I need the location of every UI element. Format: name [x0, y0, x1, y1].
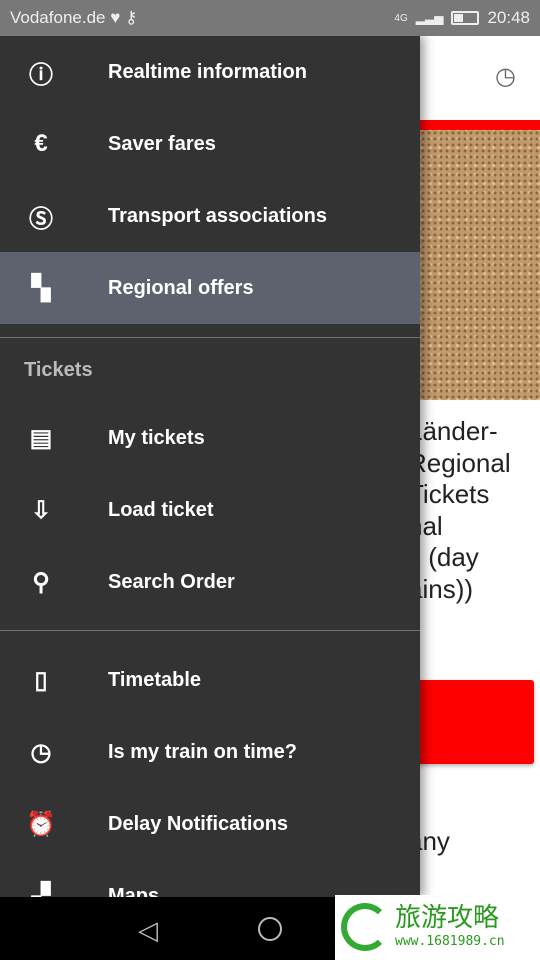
drawer-item-label: Search Order	[108, 570, 235, 593]
drawer-item-delay-notifications[interactable]: ⏰ Delay Notifications	[0, 788, 420, 860]
clock: 20:48	[487, 8, 530, 27]
watermark-text: 旅游攻略	[395, 902, 500, 932]
drawer-item-label: Delay Notifications	[108, 812, 289, 835]
drawer-item-transport-associations[interactable]: Ⓢ Transport associations	[0, 180, 420, 252]
watermark-logo-icon	[341, 903, 389, 951]
drawer-item-label: Maps	[108, 884, 160, 898]
saver-fares-icon: €	[34, 130, 48, 157]
drawer-item-label: My tickets	[108, 426, 205, 449]
drawer-item-realtime-information[interactable]: ⓘ Realtime information	[0, 36, 420, 108]
transport-associations-icon: Ⓢ	[29, 205, 53, 233]
drawer-item-label: Load ticket	[108, 498, 214, 521]
regional-offers-icon: ▚	[31, 274, 51, 302]
drawer-item-label: Is my train on time?	[108, 740, 297, 763]
divider	[0, 630, 420, 631]
battery-icon	[451, 11, 480, 25]
watermark-logo: 旅游攻略 www.1681989.cn	[335, 895, 540, 960]
drawer-item-load-ticket[interactable]: ⇩ Load ticket	[0, 474, 420, 546]
drawer-item-label: Realtime information	[108, 60, 307, 83]
drawer-item-timetable[interactable]: ▯ Timetable	[0, 644, 420, 716]
drawer-item-label: Transport associations	[108, 204, 327, 227]
drawer-item-maps[interactable]: ▞ Maps	[0, 860, 420, 898]
signal-icon: ▂▃▅	[415, 11, 444, 25]
drawer-item-my-tickets[interactable]: ▤ My tickets	[0, 402, 420, 474]
back-icon[interactable]: ◁	[138, 915, 158, 946]
search-icon: ⚲	[32, 568, 50, 596]
section-header-tickets: Tickets	[24, 358, 93, 381]
network-icon: 4G	[394, 12, 408, 24]
my-tickets-icon: ▤	[29, 424, 53, 452]
load-ticket-icon: ⇩	[30, 496, 52, 524]
drawer-item-label: Timetable	[108, 668, 201, 691]
drawer-item-is-my-train-on-time[interactable]: ◷ Is my train on time?	[0, 716, 420, 788]
status-bar: Vodafone.de ♥ ⚷ 4G ▂▃▅ 20:48	[0, 0, 540, 36]
watermark-url: www.1681989.cn	[395, 934, 505, 949]
navigation-drawer: ⓘ Realtime information € Saver fares Ⓢ Transp…	[0, 36, 420, 897]
drawer-item-regional-offers[interactable]: ▚ Regional offers	[0, 252, 420, 324]
home-icon[interactable]	[258, 917, 282, 941]
train-on-time-icon: ◷	[30, 738, 52, 766]
connection-clock-icon[interactable]: ◷	[495, 62, 516, 91]
realtime-info-icon: ⓘ	[29, 61, 53, 89]
carrier: Vodafone.de	[10, 8, 106, 27]
alarm-clock-icon: ⏰	[26, 810, 56, 838]
timetable-icon: ▯	[34, 666, 48, 694]
drawer-item-label: Regional offers	[108, 276, 254, 299]
heart-icon: ♥ ⚷	[105, 8, 138, 27]
map-icon: ▞	[31, 882, 51, 898]
drawer-item-search-order[interactable]: ⚲ Search Order	[0, 546, 420, 618]
drawer-item-saver-fares[interactable]: € Saver fares	[0, 108, 420, 180]
drawer-item-label: Saver fares	[108, 132, 216, 155]
